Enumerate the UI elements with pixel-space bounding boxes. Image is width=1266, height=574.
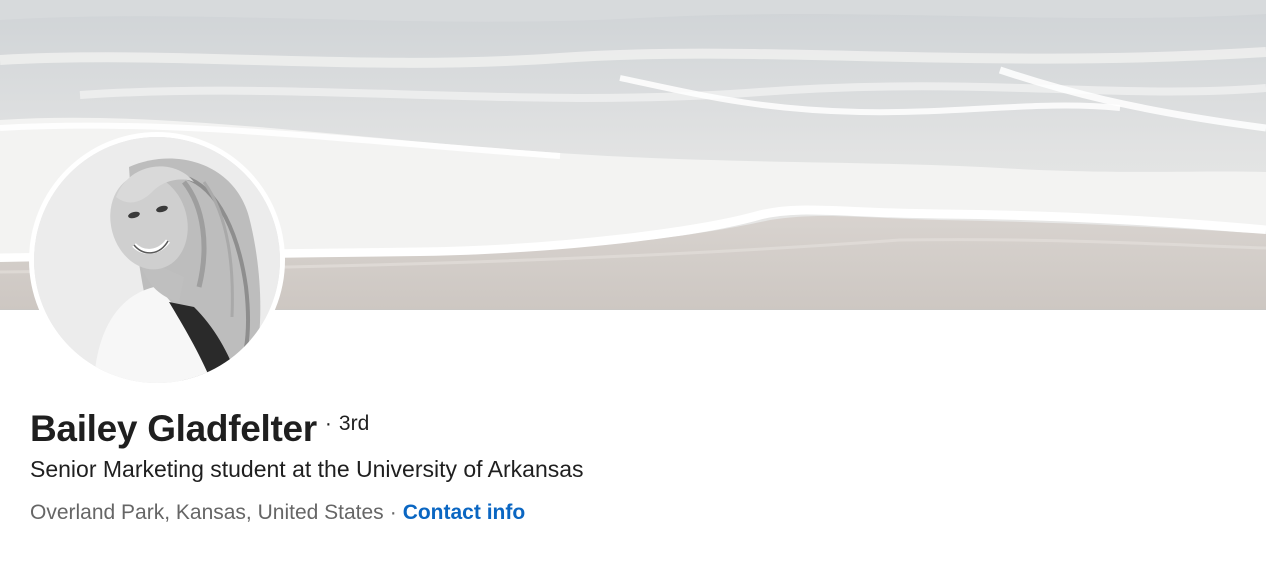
profile-headline: Senior Marketing student at the Universi…	[30, 456, 584, 482]
degree-separator: ·	[324, 412, 332, 435]
location-row: Overland Park, Kansas, United States · Con…	[30, 501, 525, 525]
location-separator: ·	[389, 501, 397, 524]
profile-location: Overland Park, Kansas, United States	[30, 501, 384, 524]
connection-degree: · 3rd	[325, 412, 369, 436]
profile-avatar[interactable]	[29, 132, 285, 388]
profile-top-card: Bailey Gladfelter · 3rd Senior Marketing …	[0, 0, 1266, 574]
name-row: Bailey Gladfelter · 3rd	[30, 408, 369, 450]
contact-info-link[interactable]: Contact info	[403, 501, 525, 524]
degree-label: 3rd	[338, 412, 370, 435]
profile-name: Bailey Gladfelter	[30, 408, 317, 449]
profile-photo	[34, 137, 280, 383]
